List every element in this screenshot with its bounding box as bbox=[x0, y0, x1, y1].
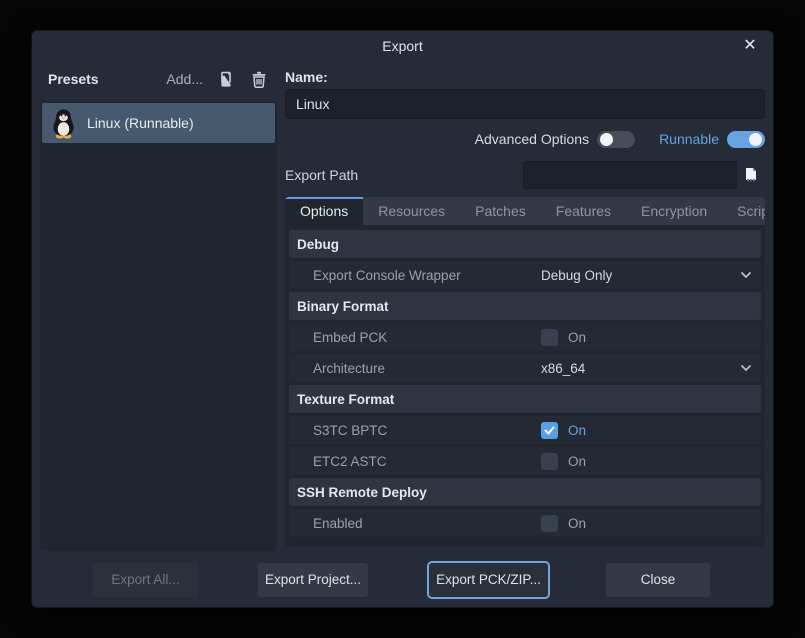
footer-buttons: Export All... Export Project... Export PCK… bbox=[32, 563, 773, 597]
checkbox-unchecked[interactable] bbox=[541, 453, 558, 470]
option-label: S3TC BPTC bbox=[313, 423, 387, 438]
option-architecture[interactable]: Architecture x86_64 bbox=[289, 354, 761, 382]
option-label: Architecture bbox=[313, 361, 385, 376]
name-input[interactable] bbox=[285, 89, 765, 119]
export-settings-column: Name: Advanced Options Runnable Export P… bbox=[285, 65, 765, 547]
advanced-options-toggle[interactable] bbox=[597, 131, 635, 148]
option-enabled[interactable]: Enabled On bbox=[289, 509, 761, 537]
export-path-input[interactable] bbox=[523, 161, 737, 189]
preset-item-linux[interactable]: Linux (Runnable) bbox=[42, 103, 275, 143]
file-icon[interactable] bbox=[737, 161, 765, 189]
option-embed-pck[interactable]: Embed PCK On bbox=[289, 323, 761, 351]
dropdown-value[interactable]: Debug Only bbox=[541, 268, 612, 283]
section-label: SSH Remote Deploy bbox=[297, 485, 427, 500]
option-label: Export Console Wrapper bbox=[313, 268, 461, 283]
tab-bar: OptionsResourcesPatchesFeaturesEncryptio… bbox=[285, 197, 765, 225]
options-panel: Debug Export Console Wrapper Debug Only Bin… bbox=[285, 225, 765, 547]
section-binary-format: Binary Format bbox=[289, 292, 761, 320]
option-label: Enabled bbox=[313, 516, 363, 531]
chevron-down-icon[interactable] bbox=[739, 268, 753, 282]
option-export-console-wrapper[interactable]: Export Console Wrapper Debug Only bbox=[289, 261, 761, 289]
section-ssh-remote-deploy: SSH Remote Deploy bbox=[289, 478, 761, 506]
tab-scripts[interactable]: Scripts bbox=[722, 197, 765, 225]
export-all-button[interactable]: Export All... bbox=[93, 563, 198, 597]
checkbox-state-label: On bbox=[568, 330, 586, 345]
option-label: Embed PCK bbox=[313, 330, 387, 345]
advanced-options-label: Advanced Options bbox=[475, 131, 589, 147]
duplicate-icon[interactable] bbox=[217, 69, 237, 89]
checkbox-state-label: On bbox=[568, 423, 586, 438]
checkbox-checked[interactable] bbox=[541, 422, 558, 439]
option-value: x86_64 bbox=[541, 361, 585, 376]
runnable-label: Runnable bbox=[659, 131, 719, 147]
section-debug: Debug bbox=[289, 230, 761, 258]
section-label: Texture Format bbox=[297, 392, 394, 407]
export-project-button[interactable]: Export Project... bbox=[258, 563, 368, 597]
option-value: On bbox=[541, 515, 586, 532]
checkbox-unchecked[interactable] bbox=[541, 329, 558, 346]
tab-features[interactable]: Features bbox=[541, 197, 626, 225]
checkbox-state-label: On bbox=[568, 454, 586, 469]
option-label: ETC2 ASTC bbox=[313, 454, 387, 469]
export-path-label: Export Path bbox=[285, 167, 358, 183]
export-pck-zip-button[interactable]: Export PCK/ZIP... bbox=[429, 563, 548, 597]
tab-options[interactable]: Options bbox=[285, 197, 363, 225]
dropdown-value[interactable]: x86_64 bbox=[541, 361, 585, 376]
export-path-row: Export Path bbox=[285, 160, 765, 190]
presets-title: Presets bbox=[48, 71, 99, 87]
preset-list: Linux (Runnable) bbox=[40, 101, 277, 551]
tab-resources[interactable]: Resources bbox=[363, 197, 460, 225]
chevron-down-icon[interactable] bbox=[739, 361, 753, 375]
add-preset-button[interactable]: Add... bbox=[166, 71, 203, 87]
name-label: Name: bbox=[285, 65, 765, 89]
close-icon[interactable]: ✕ bbox=[739, 35, 761, 57]
section-texture-format: Texture Format bbox=[289, 385, 761, 413]
dialog-title: Export bbox=[32, 38, 773, 54]
option-value: Debug Only bbox=[541, 268, 612, 283]
close-button[interactable]: Close bbox=[606, 563, 710, 597]
presets-header: Presets Add... bbox=[40, 65, 277, 93]
tab-patches[interactable]: Patches bbox=[460, 197, 541, 225]
section-label: Binary Format bbox=[297, 299, 389, 314]
export-dialog: Export ✕ Presets Add... bbox=[32, 31, 773, 607]
preset-item-label: Linux (Runnable) bbox=[87, 115, 194, 131]
option-value: On bbox=[541, 329, 586, 346]
checkbox-unchecked[interactable] bbox=[541, 515, 558, 532]
title-bar: Export ✕ bbox=[32, 31, 773, 61]
checkbox-state-label: On bbox=[568, 516, 586, 531]
section-label: Debug bbox=[297, 237, 339, 252]
toggles-row: Advanced Options Runnable bbox=[285, 127, 765, 151]
tab-encryption[interactable]: Encryption bbox=[626, 197, 722, 225]
option-value: On bbox=[541, 453, 586, 470]
option-etc2-astc[interactable]: ETC2 ASTC On bbox=[289, 447, 761, 475]
presets-column: Presets Add... bbox=[40, 65, 277, 551]
runnable-toggle[interactable] bbox=[727, 131, 765, 148]
toggle-knob bbox=[600, 133, 613, 146]
toggle-knob bbox=[749, 133, 762, 146]
option-value: On bbox=[541, 422, 586, 439]
tux-icon bbox=[50, 108, 77, 139]
delete-icon[interactable] bbox=[249, 69, 269, 89]
option-s3tc-bptc[interactable]: S3TC BPTC On bbox=[289, 416, 761, 444]
